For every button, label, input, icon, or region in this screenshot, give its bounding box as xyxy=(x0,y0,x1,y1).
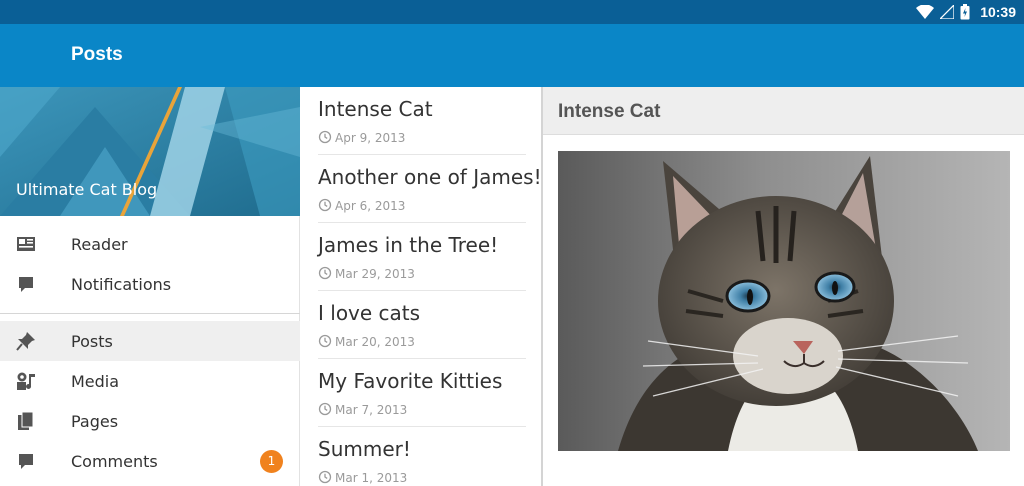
clock-icon xyxy=(318,130,332,144)
post-date: Mar 1, 2013 xyxy=(335,471,408,485)
nav-item-label: Posts xyxy=(71,332,113,351)
post-list-item[interactable]: I love cats Mar 20, 2013 xyxy=(318,291,526,359)
nav-item-label: Media xyxy=(71,372,120,391)
post-date: Apr 9, 2013 xyxy=(335,131,406,145)
post-list-item[interactable]: Another one of James! Apr 6, 2013 xyxy=(318,155,541,223)
nav-item-reader[interactable]: Reader xyxy=(0,224,300,264)
clock-icon xyxy=(318,334,332,348)
nav-item-notifications[interactable]: Notifications xyxy=(0,264,300,304)
nav-item-media[interactable]: Media xyxy=(0,361,300,401)
post-list-item[interactable]: James in the Tree! Mar 29, 2013 xyxy=(318,223,526,291)
comments-count-badge: 1 xyxy=(260,450,283,473)
nav-item-comments[interactable]: Comments 1 xyxy=(0,441,300,481)
post-image[interactable] xyxy=(558,151,1010,451)
post-date: Mar 7, 2013 xyxy=(335,403,408,417)
status-bar: 10:39 xyxy=(0,0,1024,24)
pin-icon xyxy=(16,332,35,351)
post-title: I love cats xyxy=(318,301,421,325)
wifi-icon xyxy=(916,5,935,19)
nav-item-label: Notifications xyxy=(71,275,172,294)
notifications-icon xyxy=(19,277,33,292)
comment-icon xyxy=(19,454,33,469)
post-date: Apr 6, 2013 xyxy=(335,199,406,213)
post-title: My Favorite Kitties xyxy=(318,369,503,393)
cell-signal-icon xyxy=(940,5,955,19)
media-icon xyxy=(17,372,35,390)
status-time: 10:39 xyxy=(980,4,1016,20)
post-date: Mar 29, 2013 xyxy=(335,267,415,281)
post-list: Intense Cat Apr 9, 2013 Another one of J… xyxy=(301,87,541,486)
post-list-item[interactable]: My Favorite Kitties Mar 7, 2013 xyxy=(318,359,526,427)
blog-header[interactable]: Ultimate Cat Blog xyxy=(0,87,300,216)
post-title: James in the Tree! xyxy=(318,233,499,257)
post-title: Intense Cat xyxy=(318,97,433,121)
post-title: Summer! xyxy=(318,437,411,461)
clock-icon xyxy=(318,198,332,212)
clock-icon xyxy=(318,266,332,280)
nav-divider xyxy=(0,313,300,314)
post-list-item[interactable]: Summer! Mar 1, 2013 xyxy=(318,427,526,486)
clock-icon xyxy=(318,470,332,484)
status-icons: 10:39 xyxy=(916,0,1016,24)
cat-photo xyxy=(558,151,1010,451)
blog-name: Ultimate Cat Blog xyxy=(16,180,158,199)
app-bar: Posts xyxy=(0,24,1024,87)
navigation-drawer: Ultimate Cat Blog Reader Notifications P… xyxy=(0,87,300,486)
reader-icon xyxy=(17,237,35,251)
nav-item-label: Pages xyxy=(71,412,119,431)
post-date: Mar 20, 2013 xyxy=(335,335,415,349)
clock-icon xyxy=(318,402,332,416)
post-title: Another one of James! xyxy=(318,165,541,189)
battery-icon xyxy=(960,4,970,20)
nav-item-pages[interactable]: Pages xyxy=(0,401,300,441)
post-preview-title: Intense Cat xyxy=(558,101,661,122)
post-list-item[interactable]: Intense Cat Apr 9, 2013 xyxy=(318,87,526,155)
nav-item-posts[interactable]: Posts xyxy=(0,321,300,361)
nav-item-label: Reader xyxy=(71,235,128,254)
post-preview: Intense Cat xyxy=(543,87,1024,486)
post-preview-header: Intense Cat xyxy=(543,87,1024,135)
pages-icon xyxy=(18,411,34,430)
nav-item-label: Comments xyxy=(71,452,158,471)
page-title: Posts xyxy=(71,44,123,65)
